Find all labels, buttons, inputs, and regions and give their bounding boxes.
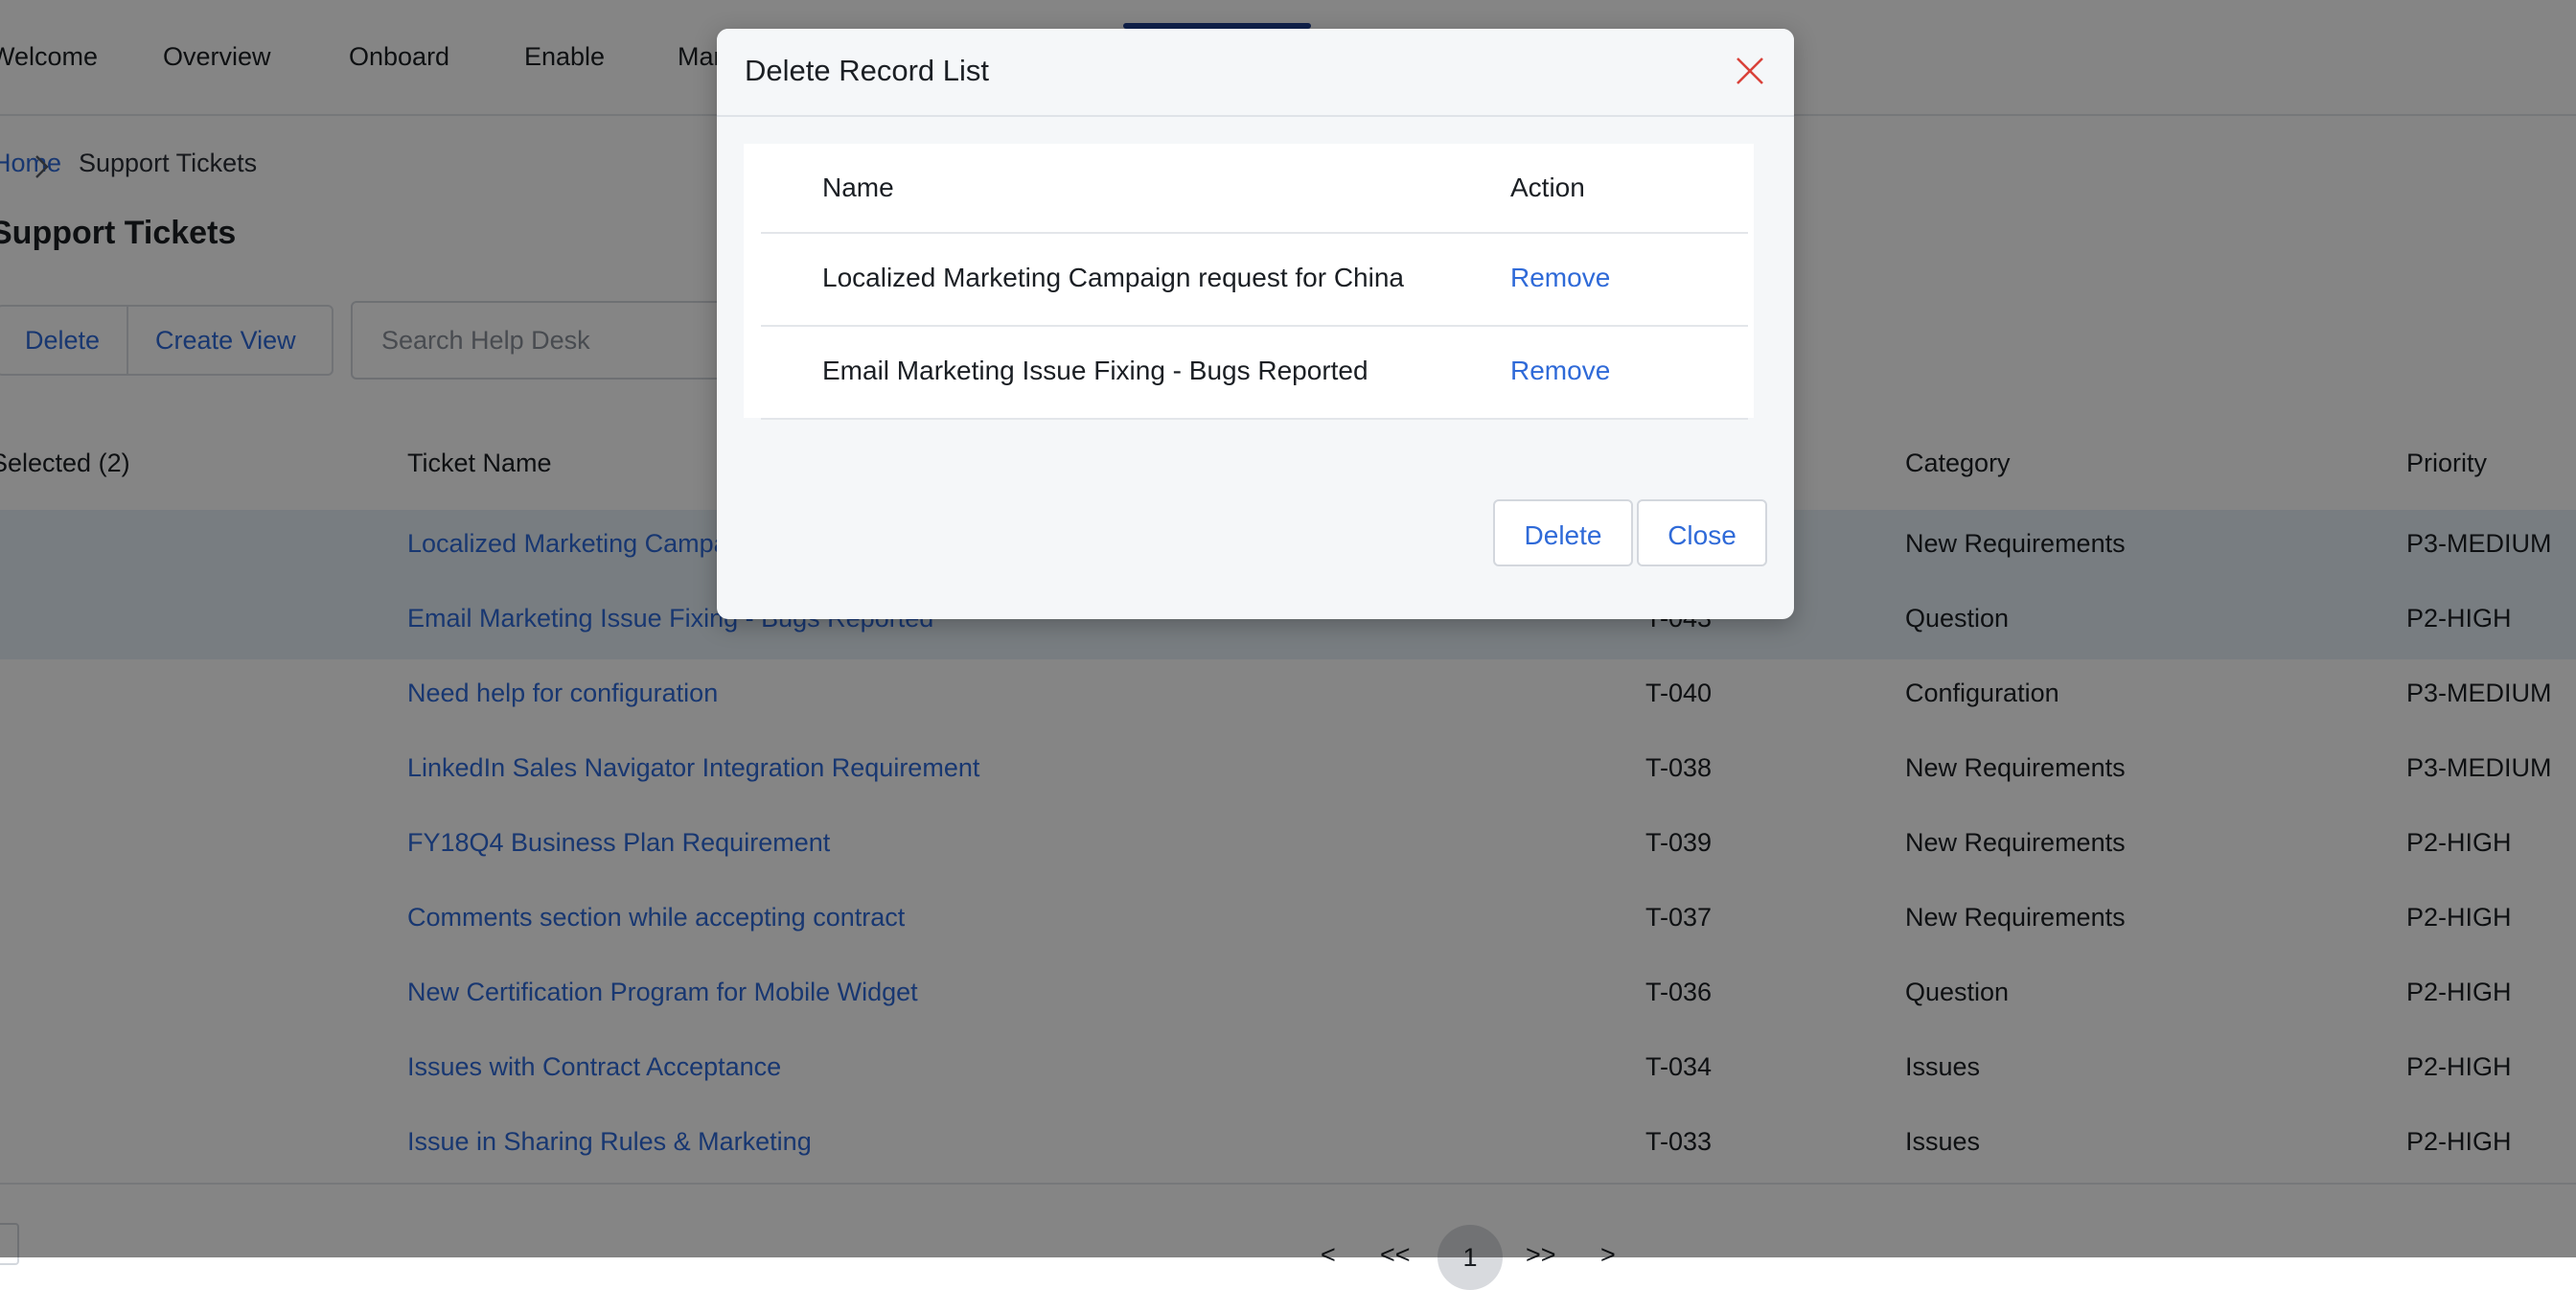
close-icon[interactable] — [1733, 54, 1767, 88]
record-name: Email Marketing Issue Fixing - Bugs Repo… — [822, 356, 1368, 385]
delete-record-list-dialog: Delete Record List Name Action Localized… — [717, 29, 1794, 619]
dialog-header: Delete Record List — [717, 29, 1794, 117]
record-list-header: Name Action — [761, 144, 1748, 234]
record-list-header-action: Action — [1510, 173, 1585, 202]
record-name: Localized Marketing Campaign request for… — [822, 263, 1404, 292]
record-list-row: Email Marketing Issue Fixing - Bugs Repo… — [761, 327, 1748, 420]
remove-record-link[interactable]: Remove — [1510, 356, 1610, 386]
remove-record-link[interactable]: Remove — [1510, 263, 1610, 293]
dialog-close-button[interactable]: Close — [1637, 499, 1767, 566]
record-list-table: Name Action Localized Marketing Campaign… — [744, 144, 1754, 420]
record-list-row: Localized Marketing Campaign request for… — [761, 234, 1748, 327]
record-list-header-name: Name — [822, 173, 894, 202]
dialog-delete-button[interactable]: Delete — [1493, 499, 1633, 566]
dialog-title: Delete Record List — [745, 54, 990, 87]
